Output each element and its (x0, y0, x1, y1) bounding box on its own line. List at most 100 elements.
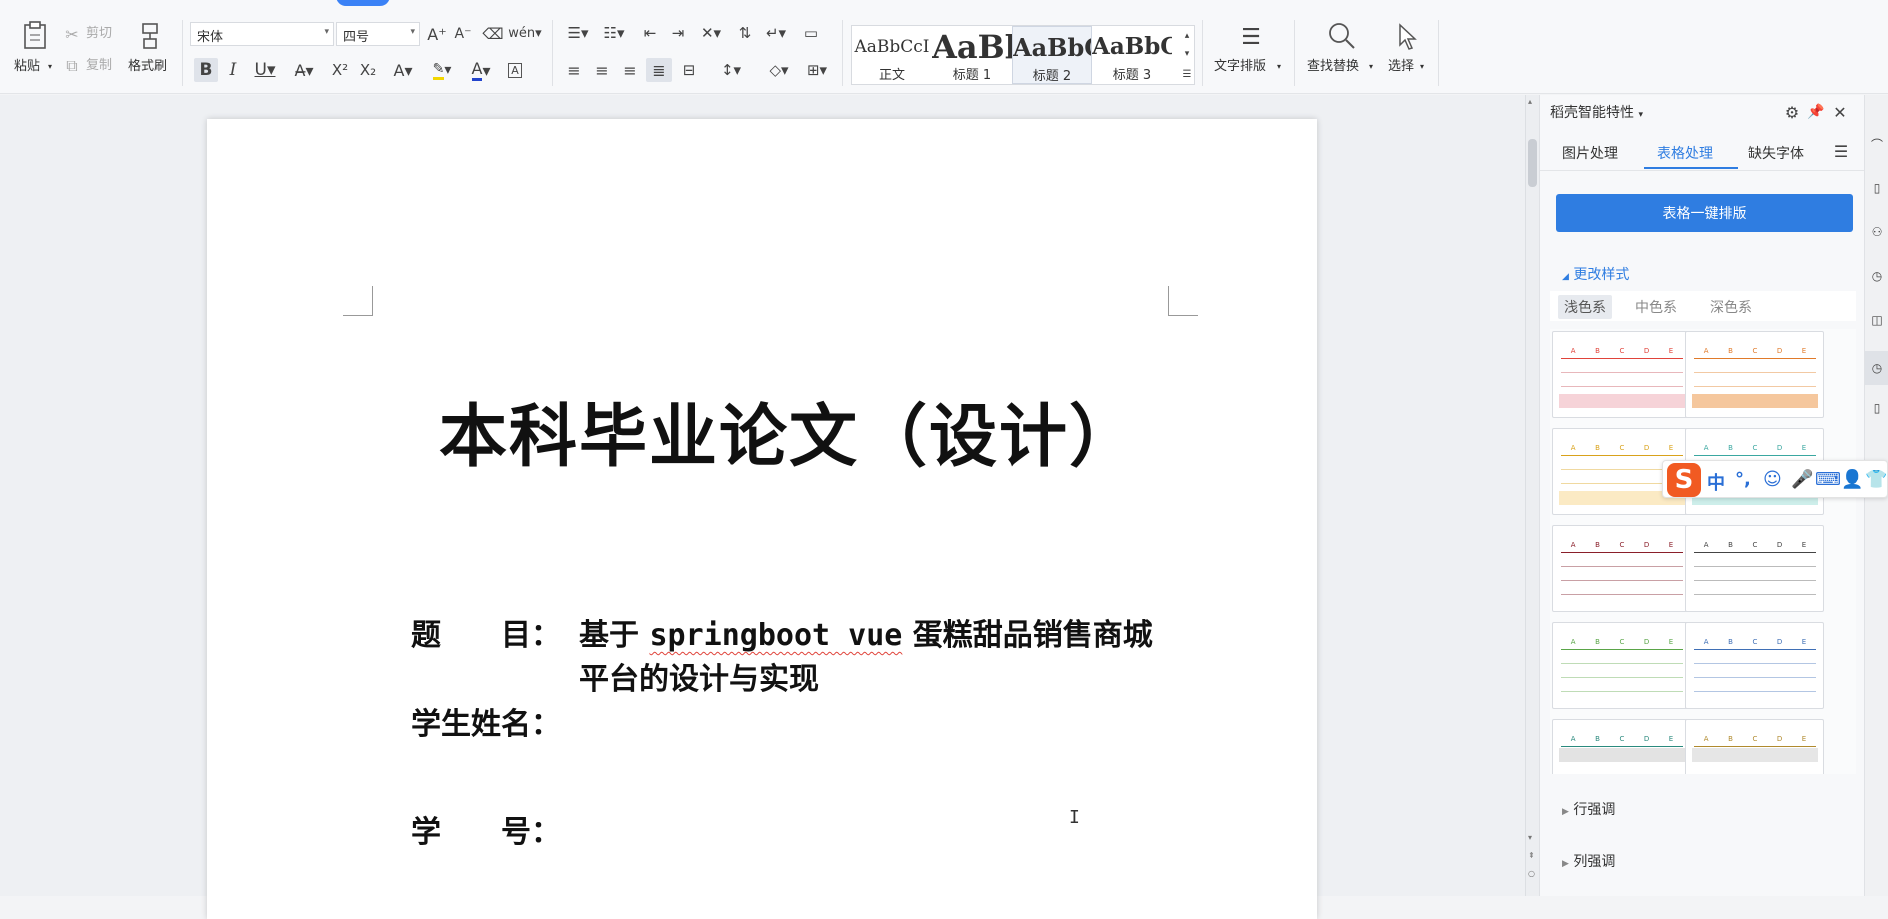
punctuation-icon[interactable]: °, (1735, 469, 1751, 490)
paste-icon[interactable] (18, 18, 52, 52)
align-left-icon[interactable]: ≡ (562, 58, 586, 82)
document-scrollbar[interactable]: ▴ ▾ ⇞ ○ (1525, 95, 1539, 896)
rail-clock-icon[interactable]: ◷ (1868, 267, 1886, 285)
table-style-thumbnail[interactable]: A B C D E (1552, 719, 1691, 774)
scroll-up-icon[interactable]: ▴ (1528, 97, 1532, 106)
shading-icon[interactable]: ◇▾ (762, 58, 796, 82)
panel-header[interactable]: 稻壳智能特性 ▾ (1550, 102, 1643, 122)
table-style-thumbnail[interactable]: A B C D E (1685, 719, 1824, 774)
format-painter-button[interactable]: 格式刷 (128, 59, 167, 75)
underline-icon[interactable]: U▾ (248, 58, 282, 82)
style-heading-3[interactable]: AaBbC 标题 3 (1092, 26, 1172, 84)
justify-icon[interactable]: ≣ (646, 58, 672, 82)
row-emphasis-toggle[interactable]: ▶ 行强调 (1562, 799, 1615, 819)
tab-image-processing[interactable]: 图片处理 (1562, 143, 1618, 163)
rail-tool-icon[interactable]: ⌒ (1868, 135, 1886, 153)
tab-table-processing[interactable]: 表格处理 (1657, 143, 1713, 163)
copy-button[interactable]: 复制 (86, 58, 112, 74)
rail-smart-icon[interactable]: ◷ (1865, 351, 1888, 385)
bold-icon[interactable]: B (194, 58, 218, 82)
microphone-icon[interactable]: 🎤 (1791, 469, 1813, 490)
menu-icon[interactable]: ☰ (1832, 142, 1850, 161)
font-size-select[interactable]: 四号 ▾ (336, 22, 420, 46)
increase-indent-icon[interactable]: ⇥ (666, 22, 690, 44)
text-effect-icon[interactable]: A▾ (386, 58, 420, 82)
paste-dropdown-icon[interactable]: ▾ (48, 59, 52, 75)
sort-icon[interactable]: ⇅ (734, 22, 756, 44)
emoji-icon[interactable]: ☺ (1763, 469, 1782, 490)
find-replace-icon[interactable] (1324, 18, 1360, 54)
align-right-icon[interactable]: ≡ (618, 58, 642, 82)
one-click-format-button[interactable]: 表格一键排版 (1556, 194, 1853, 232)
format-painter-icon[interactable] (136, 20, 164, 52)
highlight-icon[interactable]: ✎ ▾ (424, 58, 460, 82)
color-tab-medium[interactable]: 中色系 (1635, 297, 1677, 317)
table-style-thumbnail[interactable]: A B C D E (1685, 331, 1824, 418)
borders-icon[interactable]: ⊞▾ (800, 58, 834, 82)
font-name-select[interactable]: 宋体 ▾ (190, 22, 334, 46)
copy-icon[interactable]: ⧉ (62, 56, 82, 76)
ruler-icon[interactable]: ▭ (798, 22, 824, 44)
scroll-down-icon[interactable]: ▾ (1528, 833, 1532, 842)
rail-share-icon[interactable]: ⚇ (1868, 223, 1886, 241)
close-icon[interactable]: ✕ (1830, 102, 1850, 122)
rail-doc-icon[interactable]: ▯ (1868, 179, 1886, 197)
style-heading-1[interactable]: AaBl 标题 1 (932, 26, 1012, 84)
active-menu-tab[interactable] (336, 0, 390, 6)
pin-icon[interactable]: 📌 (1806, 102, 1826, 122)
style-normal[interactable]: AaBbCcI 正文 (852, 26, 932, 84)
color-tab-dark[interactable]: 深色系 (1710, 297, 1752, 317)
shrink-font-icon[interactable]: A⁻ (452, 24, 474, 44)
text-layout-button[interactable]: 文字排版 (1214, 59, 1266, 75)
prev-page-icon[interactable]: ⇞ (1528, 851, 1535, 860)
phonetic-guide-icon[interactable]: wén▾ (508, 22, 541, 44)
show-marks-icon[interactable]: ↵▾ (760, 22, 792, 44)
table-style-thumbnail[interactable]: A B C D E (1685, 622, 1824, 709)
skin-icon[interactable]: 👕 (1865, 469, 1887, 490)
paste-button[interactable]: 粘贴 (14, 59, 40, 75)
line-spacing-icon[interactable]: ↕▾ (714, 58, 748, 82)
align-center-icon[interactable]: ≡ (590, 58, 614, 82)
rail-page-icon[interactable]: ▯ (1868, 399, 1886, 417)
text-layout-icon[interactable]: ☰ (1234, 20, 1268, 54)
settings-icon[interactable]: ⚙ (1782, 102, 1802, 122)
document-page[interactable]: 本科毕业论文（设计） 题 目： 基于 springboot vue 蛋糕甜品销售… (207, 119, 1317, 919)
italic-icon[interactable]: I (222, 58, 244, 82)
subscript-icon[interactable]: X₂ (356, 58, 380, 82)
bullets-icon[interactable]: ☰▾ (562, 22, 594, 44)
find-replace-button[interactable]: 查找替换 (1307, 59, 1359, 75)
strikethrough-icon[interactable]: A̶▾ (288, 58, 320, 82)
styles-scroll-down-icon[interactable]: ▾ (1180, 46, 1194, 62)
user-icon[interactable]: 👤 (1841, 469, 1863, 490)
tab-missing-fonts[interactable]: 缺失字体 (1748, 143, 1804, 163)
char-border-icon[interactable]: A (504, 58, 526, 82)
chinese-layout-icon[interactable]: ✕▾ (694, 22, 728, 44)
clear-format-icon[interactable]: ⌫ (482, 24, 504, 44)
decrease-indent-icon[interactable]: ⇤ (638, 22, 662, 44)
select-button[interactable]: 选择 (1388, 59, 1414, 75)
table-style-thumbnail[interactable]: A B C D E (1552, 622, 1691, 709)
grow-font-icon[interactable]: A⁺ (426, 24, 448, 44)
cut-button[interactable]: 剪切 (86, 26, 112, 42)
numbering-icon[interactable]: ☷▾ (598, 22, 630, 44)
table-style-thumbnail[interactable]: A B C D E (1685, 525, 1824, 612)
table-style-thumbnail[interactable]: A B C D E (1552, 525, 1691, 612)
color-tab-light[interactable]: 浅色系 (1558, 295, 1612, 319)
rail-bag-icon[interactable]: ◫ (1868, 311, 1886, 329)
select-cursor-icon[interactable] (1392, 20, 1422, 54)
styles-more-icon[interactable]: ☰ (1180, 66, 1194, 82)
ime-mode-indicator[interactable]: 中 (1707, 469, 1725, 495)
styles-scroll-up-icon[interactable]: ▴ (1180, 28, 1194, 44)
distributed-icon[interactable]: ⊟ (676, 58, 702, 82)
superscript-icon[interactable]: X² (328, 58, 352, 82)
cut-icon[interactable]: ✂ (62, 24, 82, 44)
col-emphasis-toggle[interactable]: ▶ 列强调 (1562, 851, 1615, 871)
select-browse-icon[interactable]: ○ (1528, 869, 1535, 878)
table-style-thumbnail[interactable]: A B C D E (1552, 331, 1691, 418)
scrollbar-thumb[interactable] (1528, 139, 1537, 187)
change-style-toggle[interactable]: ◢ 更改样式 (1562, 264, 1629, 284)
style-heading-2[interactable]: AaBbC 标题 2 (1012, 26, 1092, 84)
ime-toolbar[interactable]: S 中 °, ☺ 🎤 ⌨ 👤 👕 (1662, 460, 1888, 498)
font-color-icon[interactable]: A ▾ (464, 58, 498, 82)
keyboard-icon[interactable]: ⌨ (1815, 469, 1841, 490)
